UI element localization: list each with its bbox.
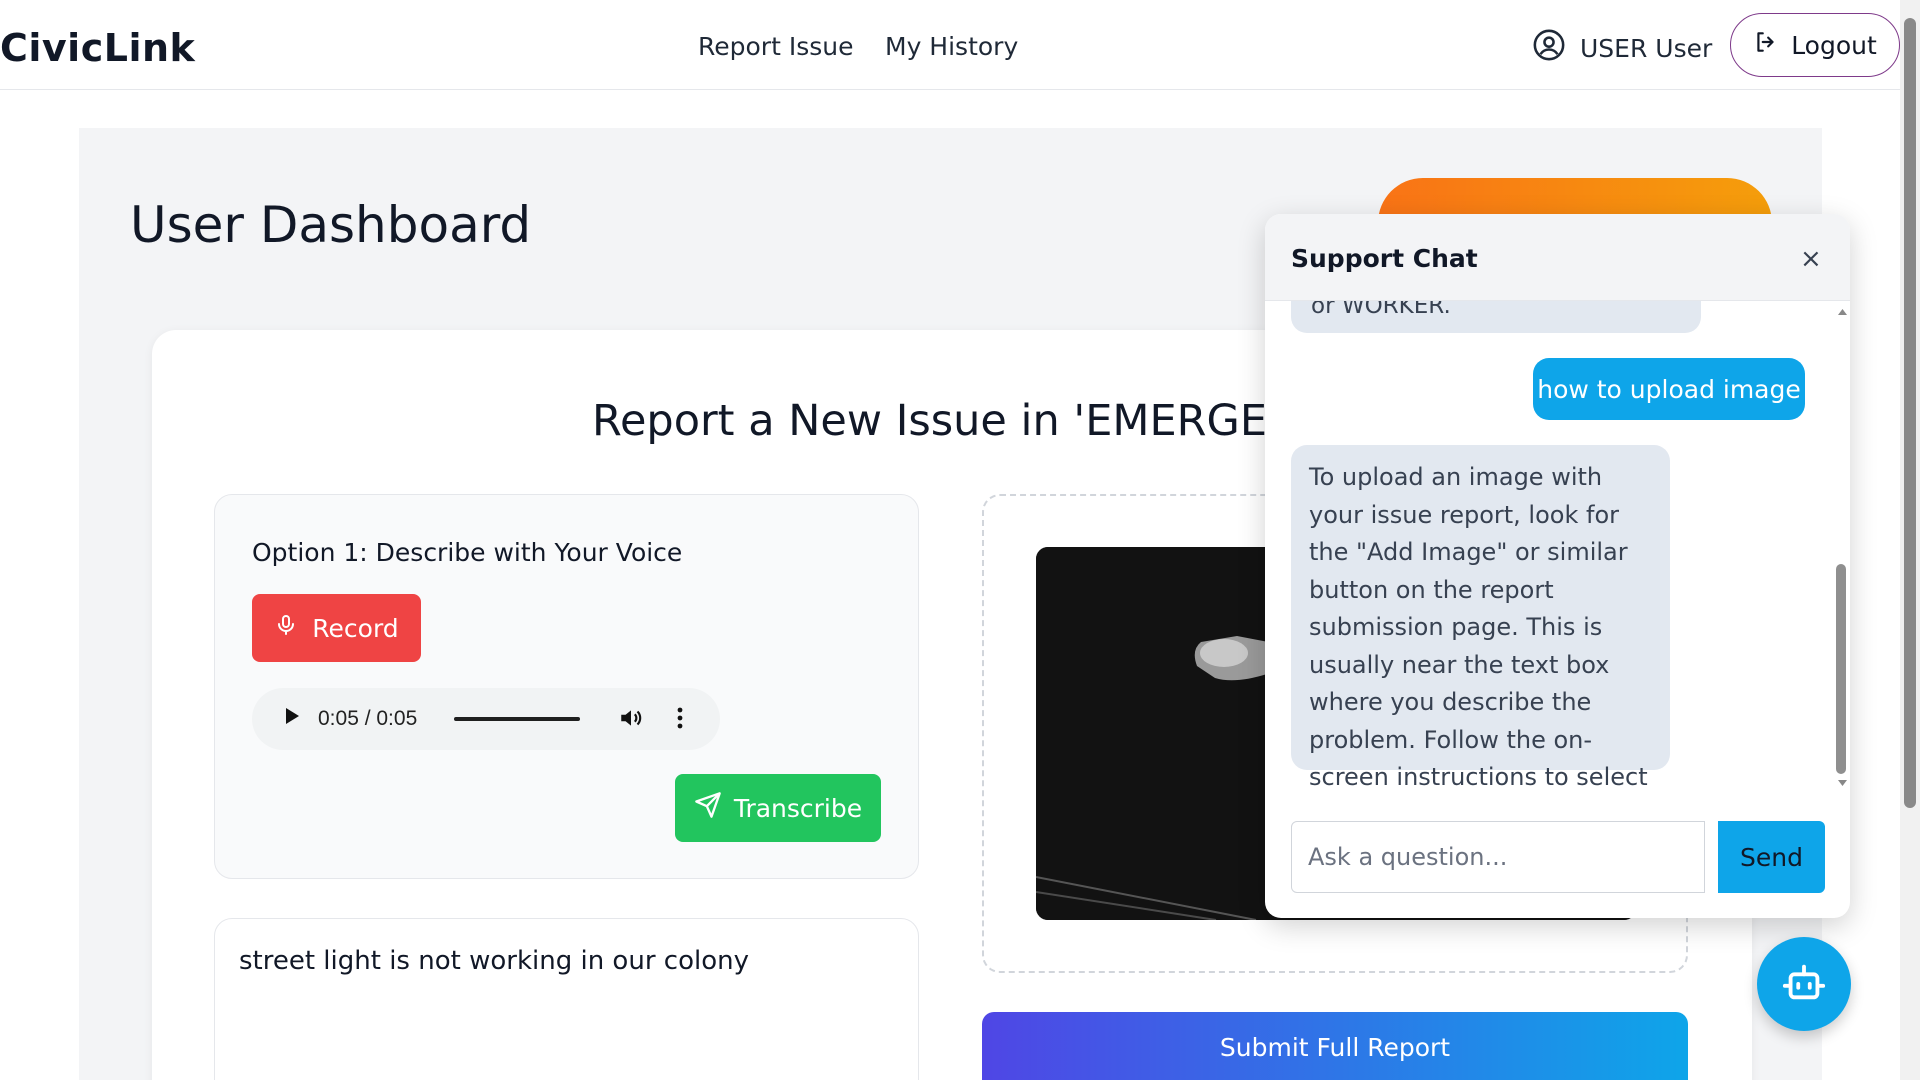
user-message: how to upload image bbox=[1533, 358, 1805, 420]
description-textarea[interactable] bbox=[214, 918, 919, 1080]
logout-button[interactable]: Logout bbox=[1730, 13, 1900, 77]
page-scroll-thumb[interactable] bbox=[1904, 18, 1916, 808]
chat-messages: or WORKER. how to upload image To upload… bbox=[1265, 301, 1850, 794]
transcribe-label: Transcribe bbox=[733, 793, 863, 823]
close-icon[interactable]: × bbox=[1800, 244, 1822, 274]
play-icon[interactable] bbox=[284, 707, 300, 731]
submit-full-report-button[interactable]: Submit Full Report bbox=[982, 1012, 1688, 1080]
description-text: street light is not working in our colon… bbox=[239, 946, 749, 976]
voice-option-label: Option 1: Describe with Your Voice bbox=[252, 538, 683, 567]
bot-message: or WORKER. bbox=[1291, 301, 1701, 333]
chat-send-button[interactable]: Send bbox=[1718, 821, 1825, 893]
top-navbar: CivicLink Report Issue My History USER U… bbox=[0, 0, 1900, 90]
chat-title: Support Chat bbox=[1291, 244, 1478, 273]
logout-label: Logout bbox=[1791, 30, 1877, 60]
audio-time: 0:05 / 0:05 bbox=[318, 707, 418, 730]
bot-message: To upload an image with your issue repor… bbox=[1291, 445, 1670, 791]
record-label: Record bbox=[312, 613, 399, 643]
more-options-icon[interactable] bbox=[674, 705, 686, 737]
page-title: User Dashboard bbox=[130, 196, 532, 254]
user-menu[interactable]: USER User bbox=[1532, 28, 1712, 68]
microphone-icon bbox=[274, 612, 298, 644]
user-circle-icon bbox=[1532, 28, 1566, 68]
bot-icon bbox=[1781, 959, 1827, 1009]
nav-report-issue[interactable]: Report Issue bbox=[698, 32, 853, 61]
volume-icon[interactable] bbox=[618, 705, 644, 737]
bot-message-text: or WORKER. bbox=[1311, 301, 1451, 319]
nav-my-history[interactable]: My History bbox=[885, 32, 1018, 61]
user-name: USER User bbox=[1580, 33, 1713, 63]
chat-header: Support Chat × bbox=[1265, 214, 1850, 301]
send-icon bbox=[694, 791, 722, 825]
chat-scroll-thumb[interactable] bbox=[1836, 564, 1846, 774]
transcribe-button[interactable]: Transcribe bbox=[675, 774, 881, 842]
logout-icon bbox=[1753, 29, 1779, 61]
brand-logo[interactable]: CivicLink bbox=[0, 26, 195, 70]
record-button[interactable]: Record bbox=[252, 594, 421, 662]
support-chat-window: Support Chat × or WORKER. how to upload … bbox=[1265, 214, 1850, 918]
chatbot-toggle-button[interactable] bbox=[1757, 937, 1851, 1031]
audio-player: 0:05 / 0:05 bbox=[252, 688, 720, 750]
report-card-title: Report a New Issue in 'EMERGENC bbox=[592, 396, 1330, 446]
audio-progress-track[interactable] bbox=[454, 717, 580, 721]
chat-question-input[interactable] bbox=[1291, 821, 1705, 893]
